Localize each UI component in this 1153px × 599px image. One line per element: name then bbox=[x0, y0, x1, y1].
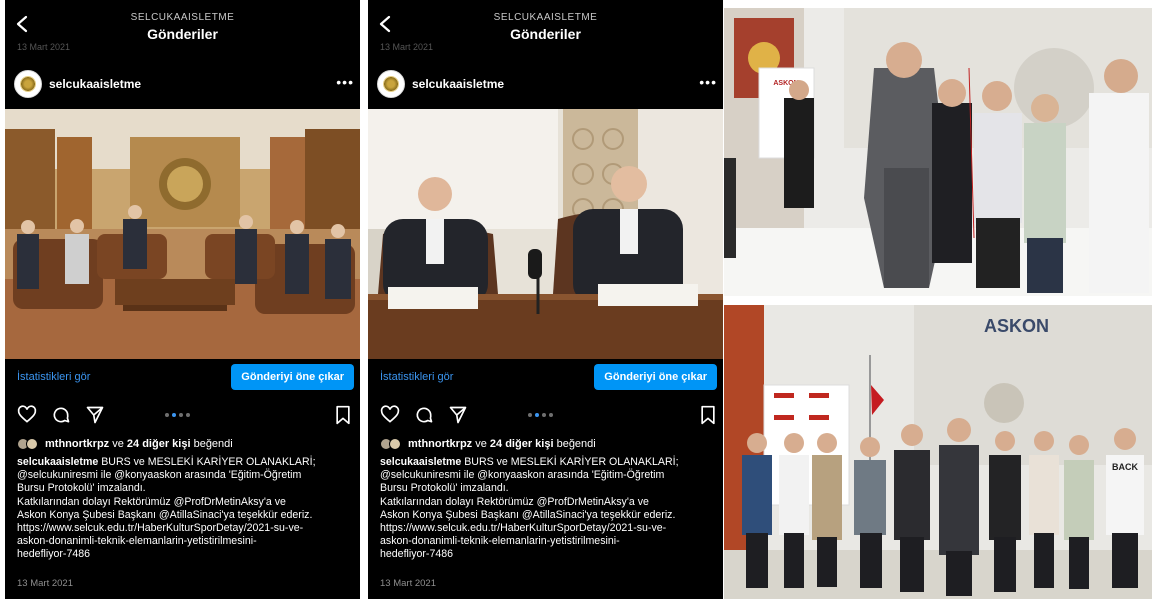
instagram-post-panel-2: SELCUKAAISLETME Gönderiler 13 Mart 2021 … bbox=[368, 0, 723, 599]
caption-link[interactable]: askon-donanimli-teknik-elemanlarin-yetis… bbox=[17, 535, 357, 548]
instagram-post-panel-1: SELCUKAAISLETME Gönderiler 13 Mart 2021 … bbox=[5, 0, 360, 599]
caption-line: Bursu Protokolü' imzalandı. bbox=[17, 482, 146, 495]
likes-summary[interactable]: mthnortkrpz ve 24 diğer kişi beğendi bbox=[380, 438, 596, 450]
comment-icon[interactable] bbox=[414, 405, 434, 425]
caption-line: Askon Konya Şubesi Başkanı @AtillaSinaci… bbox=[380, 508, 676, 521]
page-title: Gönderiler bbox=[510, 26, 581, 42]
bookmark-icon[interactable] bbox=[333, 405, 353, 425]
page-title: Gönderiler bbox=[147, 26, 218, 42]
more-options-icon[interactable]: ••• bbox=[699, 74, 717, 90]
post-date: 13 Mart 2021 bbox=[17, 578, 73, 589]
caption-username[interactable]: selcukaaisletme bbox=[17, 456, 98, 468]
caption-username[interactable]: selcukaaisletme bbox=[380, 456, 461, 468]
heart-icon[interactable] bbox=[380, 405, 400, 425]
post-username[interactable]: selcukaaisletme bbox=[49, 77, 141, 91]
caption-line: Askon Konya Şubesi Başkanı @AtillaSinaci… bbox=[17, 508, 313, 521]
caption-line: Katkılarından dolayı Rektörümüz @ProfDrM… bbox=[17, 495, 286, 508]
banner-text: ASKON bbox=[984, 316, 1049, 336]
heart-icon[interactable] bbox=[17, 405, 37, 425]
likes-summary[interactable]: mthnortkrpz ve 24 diğer kişi beğendi bbox=[17, 438, 233, 450]
bookmark-icon[interactable] bbox=[698, 405, 718, 425]
caption-line: BURS ve MESLEKİ KARİYER OLANAKLARİ; bbox=[101, 456, 316, 468]
post-date: 13 Mart 2021 bbox=[380, 578, 436, 589]
insights-link[interactable]: İstatistikleri gör bbox=[380, 371, 453, 383]
post-caption: selcukaaisletme BURS ve MESLEKİ KARİYER … bbox=[380, 456, 720, 562]
account-handle-small: SELCUKAAISLETME bbox=[130, 12, 235, 23]
post-header: selcukaaisletme ••• bbox=[368, 68, 723, 102]
post-actions bbox=[368, 405, 723, 429]
likes-suffix: beğendi bbox=[193, 438, 233, 450]
screenshot-collage: SELCUKAAISLETME Gönderiler 13 Mart 2021 … bbox=[0, 0, 1153, 599]
post-actions bbox=[5, 405, 360, 429]
liker-avatars bbox=[380, 438, 404, 450]
avatar[interactable] bbox=[377, 70, 405, 98]
shirt-text: BACK bbox=[1112, 462, 1138, 472]
likes-count[interactable]: 24 diğer kişi bbox=[127, 438, 191, 450]
carousel-indicator bbox=[528, 413, 553, 417]
promote-post-button[interactable]: Gönderiyi öne çıkar bbox=[231, 364, 354, 390]
previous-post-date: 13 Mart 2021 bbox=[17, 42, 71, 52]
post-photo-meeting-room bbox=[5, 109, 360, 359]
likes-connector: ve bbox=[112, 438, 124, 450]
likes-count[interactable]: 24 diğer kişi bbox=[490, 438, 554, 450]
caption-line: Katkılarından dolayı Rektörümüz @ProfDrM… bbox=[380, 495, 649, 508]
photo-group-askon-panel: ASKON BACK bbox=[724, 305, 1152, 599]
liked-user[interactable]: mthnortkrpz bbox=[45, 438, 109, 450]
comment-icon[interactable] bbox=[51, 405, 71, 425]
insights-link[interactable]: İstatistikleri gör bbox=[17, 371, 90, 383]
caption-link[interactable]: hedefliyor-7486 bbox=[380, 548, 720, 561]
caption-line: BURS ve MESLEKİ KARİYER OLANAKLARİ; bbox=[464, 456, 679, 468]
share-icon[interactable] bbox=[85, 405, 105, 425]
share-icon[interactable] bbox=[448, 405, 468, 425]
avatar[interactable] bbox=[14, 70, 42, 98]
post-photo-signing-ceremony bbox=[368, 109, 723, 359]
likes-suffix: beğendi bbox=[556, 438, 596, 450]
photo-certificate-handshake: ASKON bbox=[724, 8, 1152, 296]
top-bar: SELCUKAAISLETME Gönderiler 13 Mart 2021 bbox=[368, 0, 723, 52]
carousel-indicator bbox=[165, 413, 190, 417]
liked-user[interactable]: mthnortkrpz bbox=[408, 438, 472, 450]
top-bar: SELCUKAAISLETME Gönderiler 13 Mart 2021 bbox=[5, 0, 360, 52]
post-caption: selcukaaisletme BURS ve MESLEKİ KARİYER … bbox=[17, 456, 357, 562]
liker-avatars bbox=[17, 438, 41, 450]
account-handle-small: SELCUKAAISLETME bbox=[493, 12, 598, 23]
caption-line: @selcukuniresmi ile @konyaaskon arasında… bbox=[380, 469, 665, 482]
caption-link[interactable]: https://www.selcuk.edu.tr/HaberKulturSpo… bbox=[380, 522, 720, 535]
caption-line: Bursu Protokolü' imzalandı. bbox=[380, 482, 509, 495]
promote-post-button[interactable]: Gönderiyi öne çıkar bbox=[594, 364, 717, 390]
caption-link[interactable]: https://www.selcuk.edu.tr/HaberKulturSpo… bbox=[17, 522, 357, 535]
previous-post-date: 13 Mart 2021 bbox=[380, 42, 434, 52]
post-username[interactable]: selcukaaisletme bbox=[412, 77, 504, 91]
caption-link[interactable]: hedefliyor-7486 bbox=[17, 548, 357, 561]
post-header: selcukaaisletme ••• bbox=[5, 68, 360, 102]
caption-link[interactable]: askon-donanimli-teknik-elemanlarin-yetis… bbox=[380, 535, 720, 548]
caption-line: @selcukuniresmi ile @konyaaskon arasında… bbox=[17, 469, 302, 482]
more-options-icon[interactable]: ••• bbox=[336, 74, 354, 90]
likes-connector: ve bbox=[475, 438, 487, 450]
